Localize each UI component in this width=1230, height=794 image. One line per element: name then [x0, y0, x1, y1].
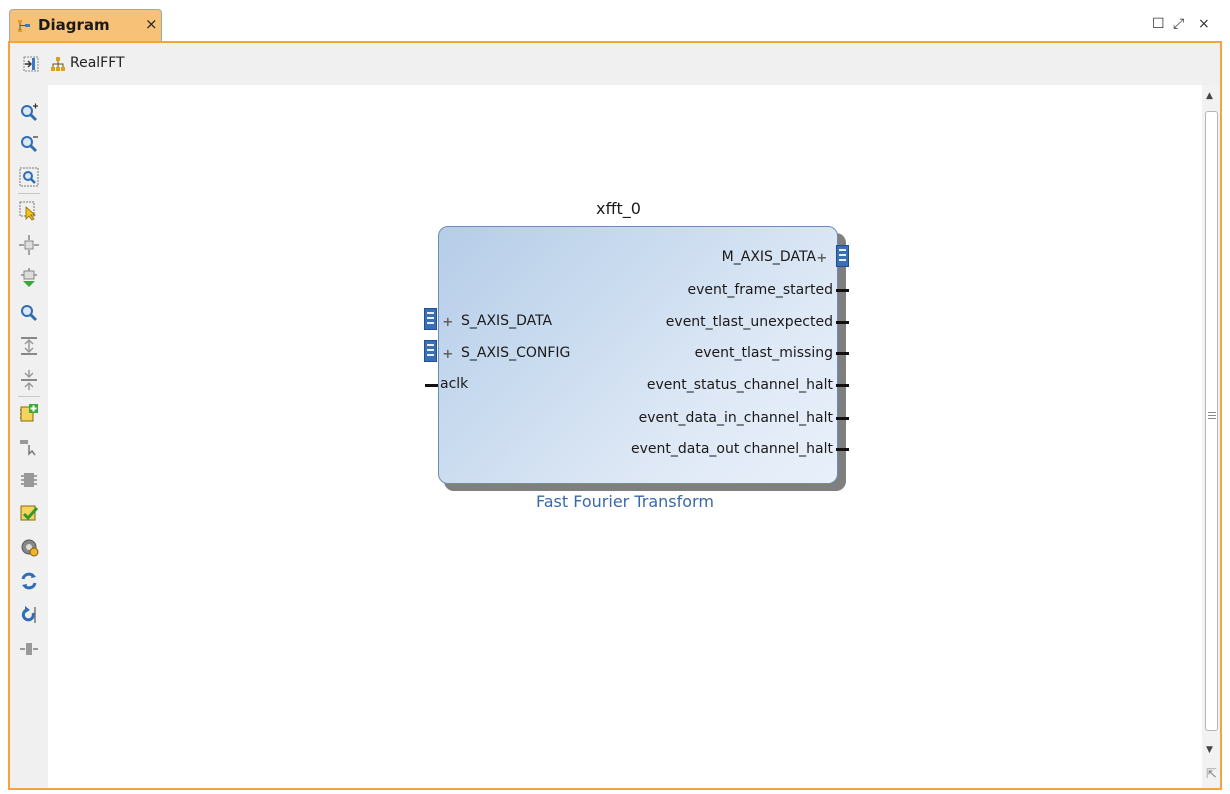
pointer-icon[interactable] — [19, 437, 39, 457]
zoom-out-icon[interactable] — [19, 134, 39, 154]
search-icon[interactable] — [19, 303, 39, 323]
pin-aclk[interactable] — [425, 384, 438, 387]
hierarchy-icon — [51, 57, 65, 71]
scroll-down-icon[interactable]: ▼ — [1206, 745, 1213, 755]
expand-port-icon[interactable]: + — [817, 250, 827, 266]
port-s-axis-config[interactable]: S_AXIS_CONFIG — [461, 345, 570, 361]
port-m-axis-data-label: M_AXIS_DATA — [721, 249, 816, 265]
zoom-in-icon[interactable] — [19, 103, 39, 123]
port-label: event_status_channel_halt — [646, 377, 833, 393]
close-window-icon[interactable]: × — [1198, 16, 1210, 32]
restore-icon[interactable]: ⤢ — [1173, 16, 1184, 32]
collapse-icon[interactable] — [19, 336, 39, 356]
tab-bar: Diagram × ☐ ⤢ × — [0, 0, 1230, 42]
port-event-tlast-missing[interactable]: event_tlast_missing — [600, 345, 833, 361]
pin-event-data-in-channel-halt[interactable] — [836, 417, 849, 420]
port-event-tlast-unexpected[interactable]: event_tlast_unexpected — [600, 314, 833, 330]
expand-port-icon[interactable]: + — [443, 314, 453, 330]
pin-event-status-channel-halt[interactable] — [836, 384, 849, 387]
tab-close-icon[interactable]: × — [145, 15, 158, 33]
scroll-up-icon[interactable]: ▲ — [1206, 91, 1213, 101]
expand-port-icon[interactable]: + — [443, 346, 453, 362]
breadcrumb-label: RealFFT — [70, 55, 125, 71]
pin-event-tlast-missing[interactable] — [836, 352, 849, 355]
zoom-fit-icon[interactable] — [19, 167, 39, 187]
port-label: event_data_out channel_halt — [630, 441, 833, 457]
port-m-axis-data[interactable]: M_AXIS_DATA — [620, 249, 816, 265]
left-toolbar — [10, 85, 48, 788]
port-label: event_tlast_unexpected — [665, 314, 833, 330]
port-s-axis-data[interactable]: S_AXIS_DATA — [461, 313, 552, 329]
diagram-icon — [18, 20, 30, 32]
diagram-window: Diagram × ☐ ⤢ × RealFFT xfft_0 + S_AXIS_… — [0, 0, 1230, 794]
diagram-header: RealFFT — [10, 43, 1220, 85]
block-instance-name: xfft_0 — [596, 199, 641, 218]
pin-event-data-out-channel-halt[interactable] — [836, 448, 849, 451]
settings-icon[interactable] — [19, 537, 39, 557]
port-label: event_data_in_channel_halt — [638, 410, 833, 426]
resize-corner-icon[interactable]: ⇱ — [1206, 767, 1217, 782]
port-aclk[interactable]: aclk — [440, 376, 468, 392]
port-event-frame-started[interactable]: event_frame_started — [600, 282, 834, 298]
select-area-icon[interactable] — [19, 201, 39, 221]
grip-icon — [1208, 412, 1216, 413]
port-icon[interactable] — [19, 639, 39, 659]
add-ip-icon[interactable] — [19, 403, 39, 423]
port-event-status-channel-halt[interactable]: event_status_channel_halt — [580, 377, 833, 393]
port-label: event_tlast_missing — [694, 345, 833, 361]
bus-interface-icon[interactable] — [424, 308, 437, 330]
pin-event-tlast-unexpected[interactable] — [836, 321, 849, 324]
tab-label: Diagram — [38, 16, 110, 34]
expand-icon[interactable] — [19, 370, 39, 390]
vertical-scrollbar[interactable]: ▲ ▼ ⇱ — [1202, 85, 1220, 788]
port-event-data-out-channel-halt[interactable]: event_data_out channel_halt — [560, 441, 833, 457]
scrollbar-thumb[interactable] — [1205, 111, 1218, 731]
toolbar-separator — [18, 193, 40, 194]
toolbar-separator — [18, 396, 40, 397]
pin-event-frame-started[interactable] — [836, 289, 849, 292]
regenerate-layout-icon[interactable] — [19, 571, 39, 591]
collapse-panel-icon[interactable] — [22, 55, 40, 73]
port-event-data-in-channel-halt[interactable]: event_data_in_channel_halt — [560, 410, 833, 426]
refresh-icon[interactable] — [19, 605, 39, 625]
auto-connect-icon[interactable] — [19, 268, 39, 288]
chip-icon[interactable] — [19, 470, 39, 490]
maximize-icon[interactable]: ☐ — [1152, 16, 1165, 32]
bus-interface-icon[interactable] — [424, 340, 437, 362]
fit-selection-icon[interactable] — [19, 235, 39, 255]
bus-interface-icon[interactable] — [836, 245, 849, 267]
tab-diagram[interactable]: Diagram × — [9, 9, 162, 42]
port-label: event_frame_started — [687, 282, 834, 298]
validate-icon[interactable] — [19, 504, 39, 524]
block-caption: Fast Fourier Transform — [536, 492, 714, 511]
